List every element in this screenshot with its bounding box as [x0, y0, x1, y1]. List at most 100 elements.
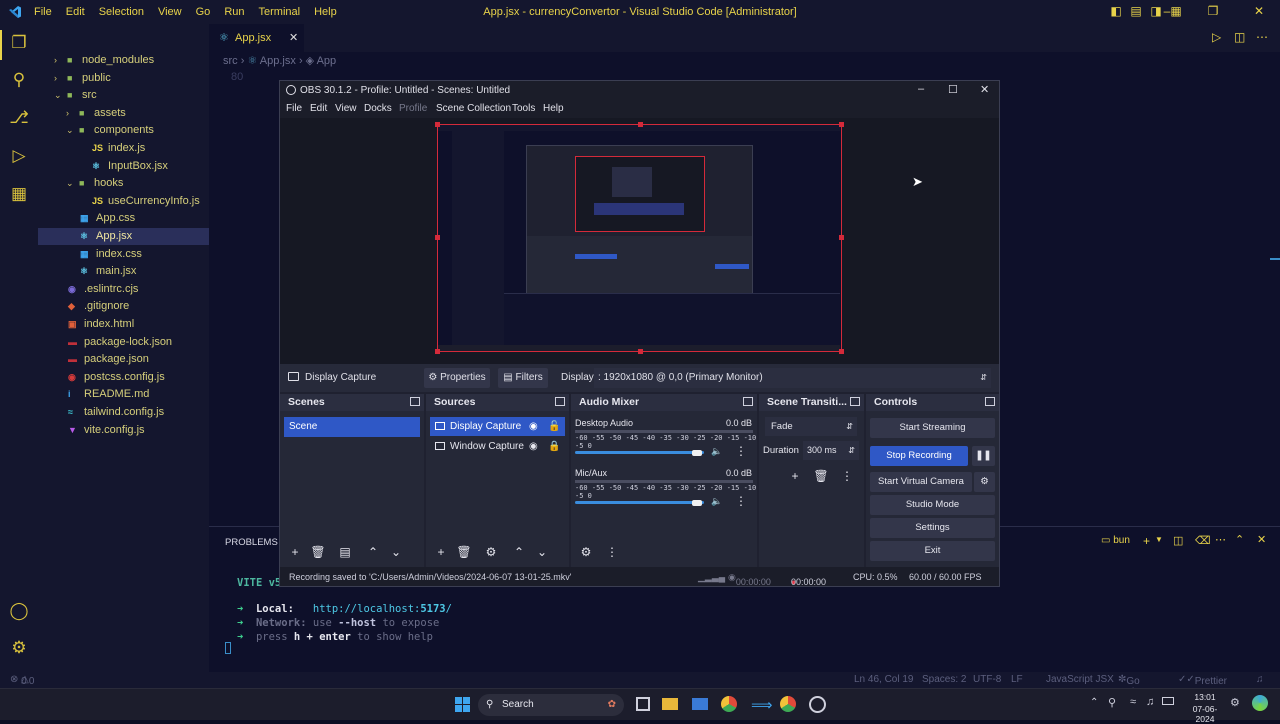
chevron-right-icon[interactable]: ›: [54, 52, 57, 69]
split-editor-icon[interactable]: ◫: [1234, 30, 1245, 44]
unlock-icon[interactable]: 🔓: [548, 417, 560, 436]
maximize-panel-icon[interactable]: ⌃: [1235, 533, 1244, 546]
obs-taskbar-icon[interactable]: [809, 696, 826, 713]
wifi-icon[interactable]: ≈: [1130, 696, 1136, 708]
tree-item-usecurrencyinfo-js[interactable]: JS useCurrencyInfo.js: [38, 193, 209, 210]
obs-menu-docks[interactable]: Docks: [364, 103, 392, 114]
explorer-icon[interactable]: ❐: [9, 33, 29, 53]
pause-recording-icon[interactable]: ❚❚: [972, 446, 995, 466]
studio-mode-button[interactable]: Studio Mode: [870, 495, 995, 515]
notification-bell-icon[interactable]: ⚙: [1230, 696, 1240, 709]
resize-handle-r[interactable]: [839, 235, 844, 240]
duration-spinbox[interactable]: 300 ms ⇵: [803, 441, 859, 460]
run-debug-icon[interactable]: ▷: [9, 146, 29, 166]
chrome-icon[interactable]: [721, 696, 737, 712]
transition-menu-icon[interactable]: ⋮: [838, 467, 856, 485]
volume-icon[interactable]: ♫: [1146, 696, 1154, 708]
lock-icon[interactable]: 🔒: [548, 437, 560, 456]
mail-icon[interactable]: [692, 698, 708, 710]
account-icon[interactable]: ◯: [9, 601, 29, 621]
extensions-icon[interactable]: ▦: [9, 184, 29, 204]
tree-item-src[interactable]: ⌄ ■ src: [38, 87, 209, 104]
undock-icon[interactable]: [985, 397, 995, 406]
preview-canvas[interactable]: [435, 122, 844, 354]
resize-handle-l[interactable]: [435, 235, 440, 240]
resize-handle-tl[interactable]: [435, 122, 440, 127]
clock[interactable]: 13:01 07-06-2024: [1184, 692, 1226, 724]
stop-recording-button[interactable]: Stop Recording: [870, 446, 968, 466]
tree-item-assets[interactable]: › ■ assets: [38, 105, 209, 122]
chrome-profile-icon[interactable]: [780, 696, 796, 712]
obs-menu-profile[interactable]: Profile: [399, 103, 427, 114]
speaker-icon[interactable]: 🔈: [711, 446, 722, 457]
usb-icon[interactable]: ⚲: [1108, 696, 1116, 709]
tree-item-eslintrc-cjs[interactable]: ◉ .eslintrc.cjs: [38, 281, 209, 298]
resize-handle-b[interactable]: [638, 349, 643, 354]
undock-icon[interactable]: [850, 397, 860, 406]
tree-item-index-css[interactable]: ▦ index.css: [38, 246, 209, 263]
tree-item-index-js[interactable]: JS index.js: [38, 140, 209, 157]
vscode-taskbar-icon[interactable]: ⟹: [751, 696, 773, 714]
obs-menu-tools[interactable]: Tools: [512, 103, 535, 114]
search-icon[interactable]: ⚲: [9, 70, 29, 90]
add-transition-icon[interactable]: +: [786, 467, 804, 485]
more-actions-icon[interactable]: ⋯: [1256, 30, 1268, 44]
minimize-icon[interactable]: –: [1144, 4, 1190, 18]
obs-menu-scene-collection[interactable]: Scene Collection: [436, 103, 511, 114]
notifications-icon[interactable]: ♫: [1256, 674, 1264, 685]
move-down-icon[interactable]: ⌄: [387, 543, 405, 561]
tree-item-hooks[interactable]: ⌄ ■ hooks: [38, 175, 209, 192]
obs-menu-edit[interactable]: Edit: [310, 103, 327, 114]
chevron-down-icon[interactable]: ⌄: [66, 122, 74, 139]
channel-menu-icon[interactable]: ⋮: [735, 444, 747, 458]
chevron-right-icon[interactable]: ›: [66, 105, 69, 122]
tree-item-components[interactable]: ⌄ ■ components: [38, 122, 209, 139]
local-port[interactable]: 5173: [420, 603, 445, 615]
add-source-icon[interactable]: +: [432, 543, 450, 561]
undock-icon[interactable]: [743, 397, 753, 406]
volume-slider[interactable]: [575, 501, 704, 504]
tree-item-postcss-config-js[interactable]: ◉ postcss.config.js: [38, 369, 209, 386]
move-down-icon[interactable]: ⌄: [533, 543, 551, 561]
tree-item-node-modules[interactable]: › ■ node_modules: [38, 52, 209, 69]
chevron-down-icon[interactable]: ⌄: [66, 175, 74, 192]
volume-slider-knob[interactable]: [692, 450, 702, 456]
obs-menu-help[interactable]: Help: [543, 103, 564, 114]
resize-handle-tr[interactable]: [839, 122, 844, 127]
display-select[interactable]: : 1920x1080 @ 0,0 (Primary Monitor) ⇵: [594, 368, 991, 388]
new-terminal-icon[interactable]: +: [1143, 534, 1150, 548]
resize-handle-br[interactable]: [839, 349, 844, 354]
properties-button[interactable]: ⚙ Properties: [424, 368, 490, 388]
run-file-icon[interactable]: ▷: [1212, 30, 1221, 44]
exit-button[interactable]: Exit: [870, 541, 995, 561]
settings-button[interactable]: Settings: [870, 518, 995, 538]
remove-source-icon[interactable]: 🗑: [455, 543, 473, 561]
breadcrumb-src[interactable]: src: [223, 55, 238, 67]
tree-item-app-css[interactable]: ▦ App.css: [38, 210, 209, 227]
close-panel-icon[interactable]: ✕: [1257, 533, 1266, 546]
obs-minimize-icon[interactable]: –: [918, 83, 924, 95]
volume-slider[interactable]: [575, 451, 704, 454]
source-item-display-capture[interactable]: Display Capture ◉ 🔓: [430, 417, 565, 436]
toggle-panel-icon[interactable]: ▤: [1126, 4, 1146, 18]
go-live[interactable]: ✼ Go Live: [1118, 674, 1145, 698]
problems-status[interactable]: ⊗ 0 △ 0: [10, 674, 34, 687]
move-up-icon[interactable]: ⌃: [364, 543, 382, 561]
obs-maximize-icon[interactable]: ☐: [948, 83, 958, 96]
resize-handle-bl[interactable]: [435, 349, 440, 354]
move-up-icon[interactable]: ⌃: [510, 543, 528, 561]
undock-icon[interactable]: [555, 397, 565, 406]
eye-icon[interactable]: ◉: [529, 437, 538, 456]
obs-preview[interactable]: ➤: [280, 118, 999, 364]
windows-start-icon[interactable]: [455, 697, 471, 713]
split-terminal-icon[interactable]: ◫: [1173, 534, 1183, 547]
chevron-down-icon[interactable]: ⌄: [54, 87, 62, 104]
chevron-right-icon[interactable]: ›: [54, 70, 57, 87]
tree-item-tailwind-config-js[interactable]: ≈ tailwind.config.js: [38, 404, 209, 421]
indentation[interactable]: Spaces: 2: [922, 674, 966, 685]
source-item-window-capture[interactable]: Window Capture ◉ 🔒: [430, 437, 565, 456]
kill-terminal-icon[interactable]: ⌫: [1195, 534, 1211, 547]
obs-menu-file[interactable]: File: [286, 103, 302, 114]
eye-icon[interactable]: ◉: [529, 417, 538, 436]
scene-item[interactable]: Scene: [284, 417, 420, 437]
